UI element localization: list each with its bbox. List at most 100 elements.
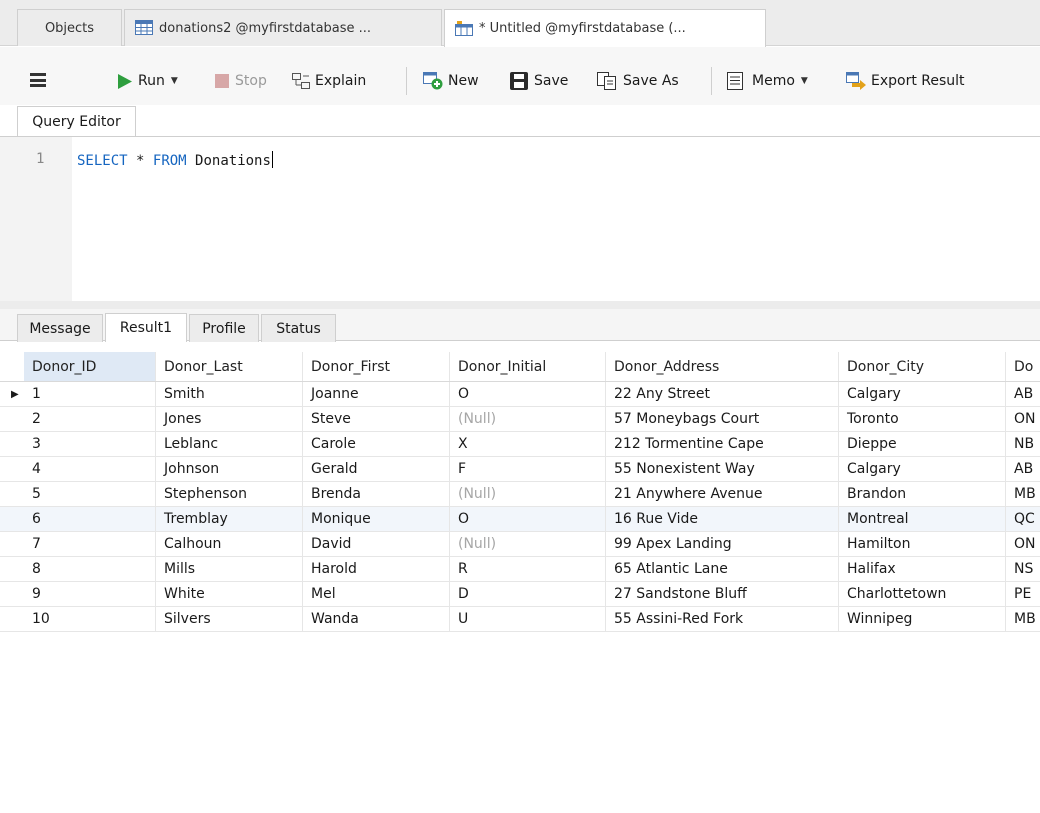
cell-donor-initial[interactable]: R xyxy=(450,557,606,581)
cell-donor-id[interactable]: 7 xyxy=(24,532,156,556)
tab-query-editor[interactable]: Query Editor xyxy=(17,106,136,137)
cell-donor-last[interactable]: Leblanc xyxy=(156,432,303,456)
cell-donor-province[interactable]: PE xyxy=(1006,582,1040,606)
memo-button[interactable]: Memo ▼ xyxy=(727,69,808,93)
run-dropdown-icon[interactable]: ▼ xyxy=(171,76,178,86)
cell-donor-initial[interactable]: X xyxy=(450,432,606,456)
table-row[interactable]: 7 Calhoun David (Null) 99 Apex Landing Hamilt… xyxy=(0,532,1040,557)
column-header-donor-province[interactable]: Do xyxy=(1006,352,1040,381)
export-result-button[interactable]: Export Result xyxy=(846,69,965,93)
cell-donor-city[interactable]: Calgary xyxy=(839,457,1006,481)
cell-donor-initial[interactable]: (Null) xyxy=(450,407,606,431)
cell-donor-id[interactable]: 2 xyxy=(24,407,156,431)
cell-donor-initial[interactable]: O xyxy=(450,507,606,531)
cell-donor-initial[interactable]: (Null) xyxy=(450,482,606,506)
cell-donor-city[interactable]: Calgary xyxy=(839,382,1006,406)
menu-icon[interactable] xyxy=(30,73,46,87)
cell-donor-city[interactable]: Hamilton xyxy=(839,532,1006,556)
cell-donor-province[interactable]: AB xyxy=(1006,457,1040,481)
column-header-donor-id[interactable]: Donor_ID xyxy=(24,352,156,381)
cell-donor-first[interactable]: Mel xyxy=(303,582,450,606)
cell-donor-city[interactable]: Montreal xyxy=(839,507,1006,531)
tab-untitled-query[interactable]: * Untitled @myfirstdatabase (... xyxy=(444,9,766,47)
cell-donor-address[interactable]: 99 Apex Landing xyxy=(606,532,839,556)
column-header-donor-address[interactable]: Donor_Address xyxy=(606,352,839,381)
cell-donor-first[interactable]: Steve xyxy=(303,407,450,431)
tab-profile[interactable]: Profile xyxy=(189,314,259,342)
table-row[interactable]: 6 Tremblay Monique O 16 Rue Vide Montreal QC xyxy=(0,507,1040,532)
sql-code-line[interactable]: SELECT * FROM Donations xyxy=(77,151,273,169)
cell-donor-first[interactable]: Monique xyxy=(303,507,450,531)
cell-donor-initial[interactable]: (Null) xyxy=(450,532,606,556)
table-row[interactable]: 5 Stephenson Brenda (Null) 21 Anywhere Avenu… xyxy=(0,482,1040,507)
table-row[interactable]: 9 White Mel D 27 Sandstone Bluff Charlottetow… xyxy=(0,582,1040,607)
cell-donor-last[interactable]: Calhoun xyxy=(156,532,303,556)
cell-donor-last[interactable]: Smith xyxy=(156,382,303,406)
cell-donor-city[interactable]: Dieppe xyxy=(839,432,1006,456)
column-header-donor-city[interactable]: Donor_City xyxy=(839,352,1006,381)
column-header-donor-first[interactable]: Donor_First xyxy=(303,352,450,381)
cell-donor-province[interactable]: AB xyxy=(1006,382,1040,406)
cell-donor-city[interactable]: Halifax xyxy=(839,557,1006,581)
cell-donor-city[interactable]: Brandon xyxy=(839,482,1006,506)
cell-donor-last[interactable]: Jones xyxy=(156,407,303,431)
cell-donor-id[interactable]: 8 xyxy=(24,557,156,581)
cell-donor-id[interactable]: 3 xyxy=(24,432,156,456)
cell-donor-last[interactable]: Silvers xyxy=(156,607,303,631)
cell-donor-initial[interactable]: F xyxy=(450,457,606,481)
cell-donor-initial[interactable]: D xyxy=(450,582,606,606)
cell-donor-address[interactable]: 22 Any Street xyxy=(606,382,839,406)
cell-donor-last[interactable]: White xyxy=(156,582,303,606)
cell-donor-address[interactable]: 57 Moneybags Court xyxy=(606,407,839,431)
cell-donor-initial[interactable]: U xyxy=(450,607,606,631)
table-row[interactable]: 2 Jones Steve (Null) 57 Moneybags Court Toron… xyxy=(0,407,1040,432)
tab-status[interactable]: Status xyxy=(261,314,336,342)
table-row[interactable]: 3 Leblanc Carole X 212 Tormentine Cape Dieppe… xyxy=(0,432,1040,457)
stop-button[interactable]: Stop xyxy=(215,69,267,93)
cell-donor-first[interactable]: Gerald xyxy=(303,457,450,481)
explain-button[interactable]: Explain xyxy=(292,69,366,93)
cell-donor-province[interactable]: NS xyxy=(1006,557,1040,581)
cell-donor-first[interactable]: Brenda xyxy=(303,482,450,506)
cell-donor-address[interactable]: 55 Nonexistent Way xyxy=(606,457,839,481)
cell-donor-id[interactable]: 10 xyxy=(24,607,156,631)
table-row[interactable]: ▶ 1 Smith Joanne O 22 Any Street Calgary AB xyxy=(0,382,1040,407)
cell-donor-initial[interactable]: O xyxy=(450,382,606,406)
cell-donor-province[interactable]: MB xyxy=(1006,482,1040,506)
cell-donor-province[interactable]: ON xyxy=(1006,407,1040,431)
table-row[interactable]: 4 Johnson Gerald F 55 Nonexistent Way Calgary… xyxy=(0,457,1040,482)
cell-donor-id[interactable]: 9 xyxy=(24,582,156,606)
cell-donor-id[interactable]: 1 xyxy=(24,382,156,406)
cell-donor-first[interactable]: Harold xyxy=(303,557,450,581)
memo-dropdown-icon[interactable]: ▼ xyxy=(801,76,808,86)
save-as-button[interactable]: Save As xyxy=(597,69,679,93)
cell-donor-province[interactable]: QC xyxy=(1006,507,1040,531)
cell-donor-id[interactable]: 5 xyxy=(24,482,156,506)
cell-donor-province[interactable]: MB xyxy=(1006,607,1040,631)
tab-result1[interactable]: Result1 xyxy=(105,313,187,342)
cell-donor-id[interactable]: 4 xyxy=(24,457,156,481)
cell-donor-address[interactable]: 55 Assini-Red Fork xyxy=(606,607,839,631)
cell-donor-last[interactable]: Mills xyxy=(156,557,303,581)
cell-donor-address[interactable]: 21 Anywhere Avenue xyxy=(606,482,839,506)
tab-donations2[interactable]: donations2 @myfirstdatabase ... xyxy=(124,9,442,46)
cell-donor-city[interactable]: Charlottetown xyxy=(839,582,1006,606)
column-header-donor-initial[interactable]: Donor_Initial xyxy=(450,352,606,381)
cell-donor-address[interactable]: 16 Rue Vide xyxy=(606,507,839,531)
cell-donor-last[interactable]: Johnson xyxy=(156,457,303,481)
table-row[interactable]: 8 Mills Harold R 65 Atlantic Lane Halifax NS xyxy=(0,557,1040,582)
cell-donor-id[interactable]: 6 xyxy=(24,507,156,531)
cell-donor-first[interactable]: Joanne xyxy=(303,382,450,406)
cell-donor-city[interactable]: Winnipeg xyxy=(839,607,1006,631)
cell-donor-last[interactable]: Tremblay xyxy=(156,507,303,531)
run-button[interactable]: Run ▼ xyxy=(117,69,178,93)
sql-editor[interactable]: 1 SELECT * FROM Donations xyxy=(0,136,1040,302)
cell-donor-address[interactable]: 65 Atlantic Lane xyxy=(606,557,839,581)
pane-splitter[interactable] xyxy=(0,301,1040,309)
cell-donor-province[interactable]: ON xyxy=(1006,532,1040,556)
cell-donor-first[interactable]: Wanda xyxy=(303,607,450,631)
cell-donor-city[interactable]: Toronto xyxy=(839,407,1006,431)
table-row[interactable]: 10 Silvers Wanda U 55 Assini-Red Fork Winnipe… xyxy=(0,607,1040,632)
cell-donor-first[interactable]: Carole xyxy=(303,432,450,456)
cell-donor-address[interactable]: 27 Sandstone Bluff xyxy=(606,582,839,606)
